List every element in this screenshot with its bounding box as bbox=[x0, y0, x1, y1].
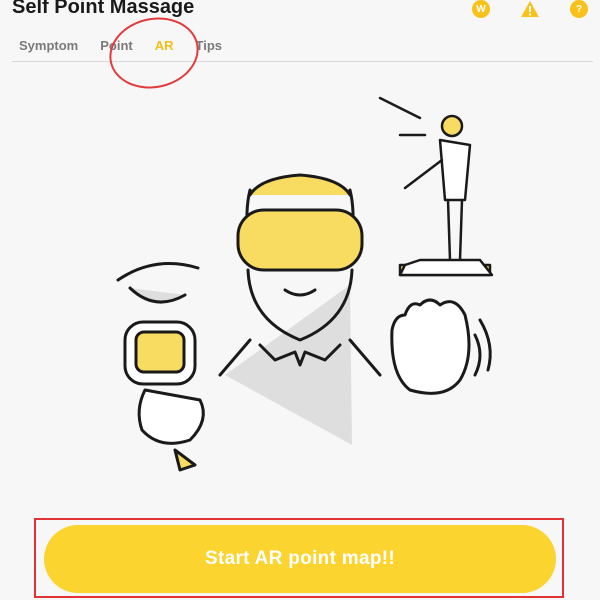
tab-tips[interactable]: Tips bbox=[196, 38, 223, 53]
eye-lens bbox=[116, 262, 200, 304]
wallet-icon[interactable]: W bbox=[472, 0, 490, 18]
standing-person bbox=[378, 96, 494, 277]
open-hand bbox=[390, 298, 492, 395]
start-ar-button[interactable]: Start AR point map!! bbox=[44, 525, 556, 593]
header-icons: W ? bbox=[472, 0, 588, 18]
ar-illustration bbox=[116, 96, 494, 472]
tab-symptom[interactable]: Symptom bbox=[19, 38, 78, 53]
app-title: Self Point Massage bbox=[12, 0, 195, 18]
tab-bar: Symptom Point AR Tips bbox=[12, 38, 593, 62]
annotation-circle bbox=[102, 9, 206, 97]
warning-icon[interactable] bbox=[520, 0, 540, 18]
help-icon[interactable]: ? bbox=[570, 0, 588, 18]
hand-with-phone bbox=[123, 320, 205, 472]
